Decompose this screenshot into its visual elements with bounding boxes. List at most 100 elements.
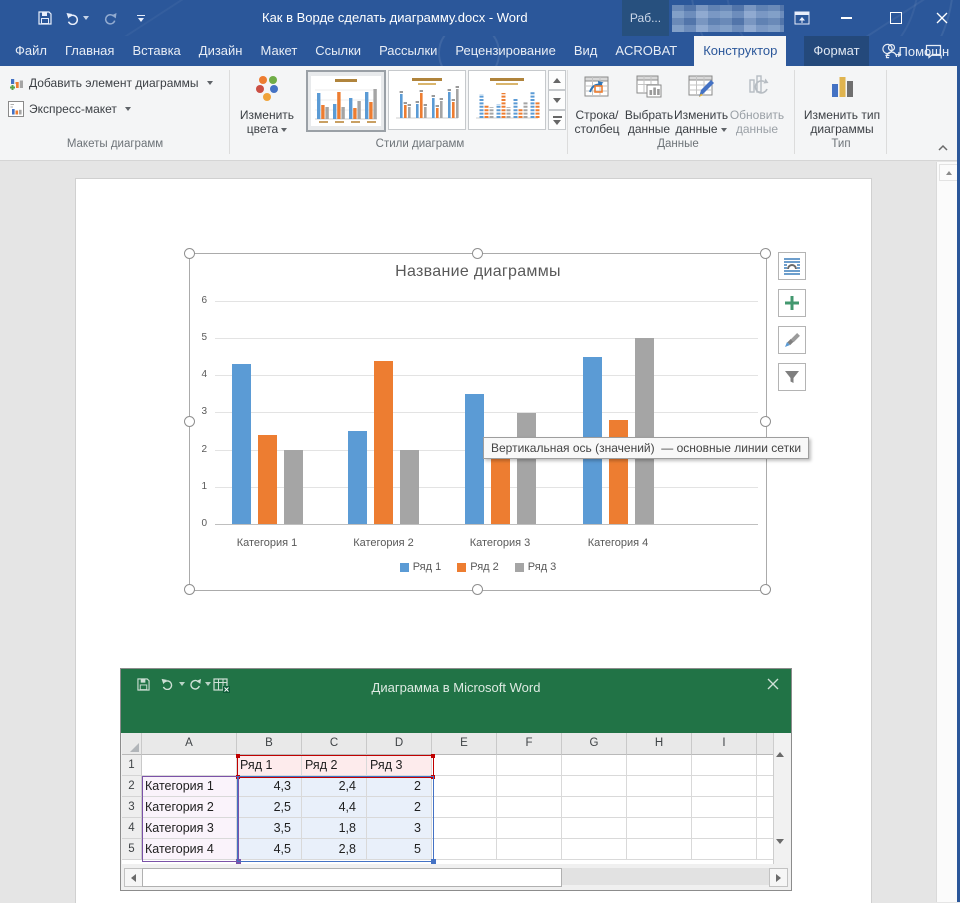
cell-G2[interactable]	[562, 776, 627, 797]
scroll-down-icon[interactable]	[776, 844, 784, 862]
cell-H5[interactable]	[627, 839, 692, 860]
scroll-track[interactable]	[561, 868, 769, 885]
cell-H4[interactable]	[627, 818, 692, 839]
add-chart-element-button[interactable]: Добавить элемент диаграммы	[8, 75, 213, 91]
selection-handle-se[interactable]	[760, 584, 771, 595]
edit-data-button[interactable]: Изменить данные	[674, 70, 728, 136]
selection-handle-w[interactable]	[184, 416, 195, 427]
cell-A5[interactable]: Категория 4	[142, 839, 237, 860]
cell-E4[interactable]	[432, 818, 497, 839]
tab-acrobat[interactable]: ACROBAT	[606, 36, 686, 66]
close-icon[interactable]	[922, 0, 960, 36]
row-header-4[interactable]: 4	[122, 818, 142, 839]
row-header-2[interactable]: 2	[122, 776, 142, 797]
bar-series3-cat1[interactable]	[284, 450, 303, 524]
cell-A2[interactable]: Категория 1	[142, 776, 237, 797]
customize-qat-icon[interactable]	[128, 5, 154, 31]
cell-I1[interactable]	[692, 755, 757, 776]
tab-chart-format[interactable]: Формат	[804, 36, 868, 66]
collapse-ribbon-icon[interactable]	[938, 142, 948, 156]
col-header-C[interactable]: C	[302, 733, 367, 755]
cell-D5[interactable]: 5	[367, 839, 432, 860]
cell-B1[interactable]: Ряд 1	[237, 755, 302, 776]
cell-D2[interactable]: 2	[367, 776, 432, 797]
cell-I3[interactable]	[692, 797, 757, 818]
bar-series3-cat2[interactable]	[400, 450, 419, 524]
col-header-A[interactable]: A	[142, 733, 237, 755]
cell-F3[interactable]	[497, 797, 562, 818]
scroll-left-icon[interactable]	[124, 868, 143, 887]
col-header-H[interactable]: H	[627, 733, 692, 755]
cell-E1[interactable]	[432, 755, 497, 776]
selection-handle-nw[interactable]	[184, 248, 195, 259]
cell-F2[interactable]	[497, 776, 562, 797]
cell-F4[interactable]	[497, 818, 562, 839]
comment-icon[interactable]	[918, 36, 948, 66]
chart-style-2[interactable]	[388, 70, 466, 130]
bar-series2-cat3[interactable]	[491, 457, 510, 524]
bar-series1-cat2[interactable]	[348, 431, 367, 524]
undo-icon[interactable]	[64, 5, 90, 31]
tab-home[interactable]: Главная	[56, 36, 123, 66]
cell-G5[interactable]	[562, 839, 627, 860]
cell-E3[interactable]	[432, 797, 497, 818]
tab-layout[interactable]: Макет	[251, 36, 306, 66]
chart-title[interactable]: Название диаграммы	[190, 263, 766, 281]
excel-vertical-scrollbar[interactable]	[773, 733, 790, 864]
col-header-D[interactable]: D	[367, 733, 432, 755]
redo-icon[interactable]	[96, 5, 122, 31]
cell-A4[interactable]: Категория 3	[142, 818, 237, 839]
col-header-I[interactable]: I	[692, 733, 757, 755]
cell-C1[interactable]: Ряд 2	[302, 755, 367, 776]
cell-E2[interactable]	[432, 776, 497, 797]
scroll-thumb[interactable]	[142, 868, 562, 887]
cell-C2[interactable]: 2,4	[302, 776, 367, 797]
cell-B3[interactable]: 2,5	[237, 797, 302, 818]
chart-elements-button[interactable]	[778, 289, 806, 317]
cell-H3[interactable]	[627, 797, 692, 818]
scroll-up-icon[interactable]	[939, 164, 958, 181]
tab-references[interactable]: Ссылки	[306, 36, 370, 66]
change-chart-type-button[interactable]: Изменить тип диаграммы	[800, 70, 884, 136]
tab-mailings[interactable]: Рассылки	[370, 36, 446, 66]
scroll-up-icon[interactable]	[776, 735, 784, 753]
col-header-F[interactable]: F	[497, 733, 562, 755]
col-header-B[interactable]: B	[237, 733, 302, 755]
tab-chart-design[interactable]: Конструктор	[694, 36, 786, 66]
cell-D4[interactable]: 3	[367, 818, 432, 839]
selection-handle-s[interactable]	[472, 584, 483, 595]
bar-series2-cat4[interactable]	[609, 420, 628, 524]
cell-B5[interactable]: 4,5	[237, 839, 302, 860]
layout-options-button[interactable]	[778, 252, 806, 280]
chart-filters-button[interactable]	[778, 363, 806, 391]
cell-C4[interactable]: 1,8	[302, 818, 367, 839]
cell-F5[interactable]	[497, 839, 562, 860]
document-scrollbar[interactable]	[936, 162, 958, 902]
tab-file[interactable]: Файл	[6, 36, 56, 66]
cell-D1[interactable]: Ряд 3	[367, 755, 432, 776]
cell-I5[interactable]	[692, 839, 757, 860]
gallery-scroll-down[interactable]	[548, 90, 566, 110]
excel-close-icon[interactable]	[767, 678, 779, 690]
cell-G1[interactable]	[562, 755, 627, 776]
row-header-5[interactable]: 5	[122, 839, 142, 860]
select-data-button[interactable]: Выбрать данные	[624, 70, 674, 136]
maximize-icon[interactable]	[876, 0, 916, 36]
bar-series2-cat2[interactable]	[374, 361, 393, 525]
switch-row-column-button[interactable]: Строка/ столбец	[570, 70, 624, 136]
row-header-1[interactable]: 1	[122, 755, 142, 776]
cell-A3[interactable]: Категория 2	[142, 797, 237, 818]
tab-view[interactable]: Вид	[565, 36, 607, 66]
select-all-corner[interactable]	[122, 733, 142, 755]
bar-series1-cat1[interactable]	[232, 364, 251, 524]
chart-frame[interactable]: Название диаграммы 6 5 4 3 2 1 0 Категор…	[189, 253, 767, 591]
cell-C5[interactable]: 2,8	[302, 839, 367, 860]
col-header-E[interactable]: E	[432, 733, 497, 755]
cell-B4[interactable]: 3,5	[237, 818, 302, 839]
scroll-right-icon[interactable]	[769, 868, 788, 887]
cell-I4[interactable]	[692, 818, 757, 839]
save-icon[interactable]	[32, 5, 58, 31]
selection-handle-ne[interactable]	[760, 248, 771, 259]
cell-C3[interactable]: 4,4	[302, 797, 367, 818]
quick-layout-button[interactable]: Экспресс-макет	[8, 101, 131, 117]
